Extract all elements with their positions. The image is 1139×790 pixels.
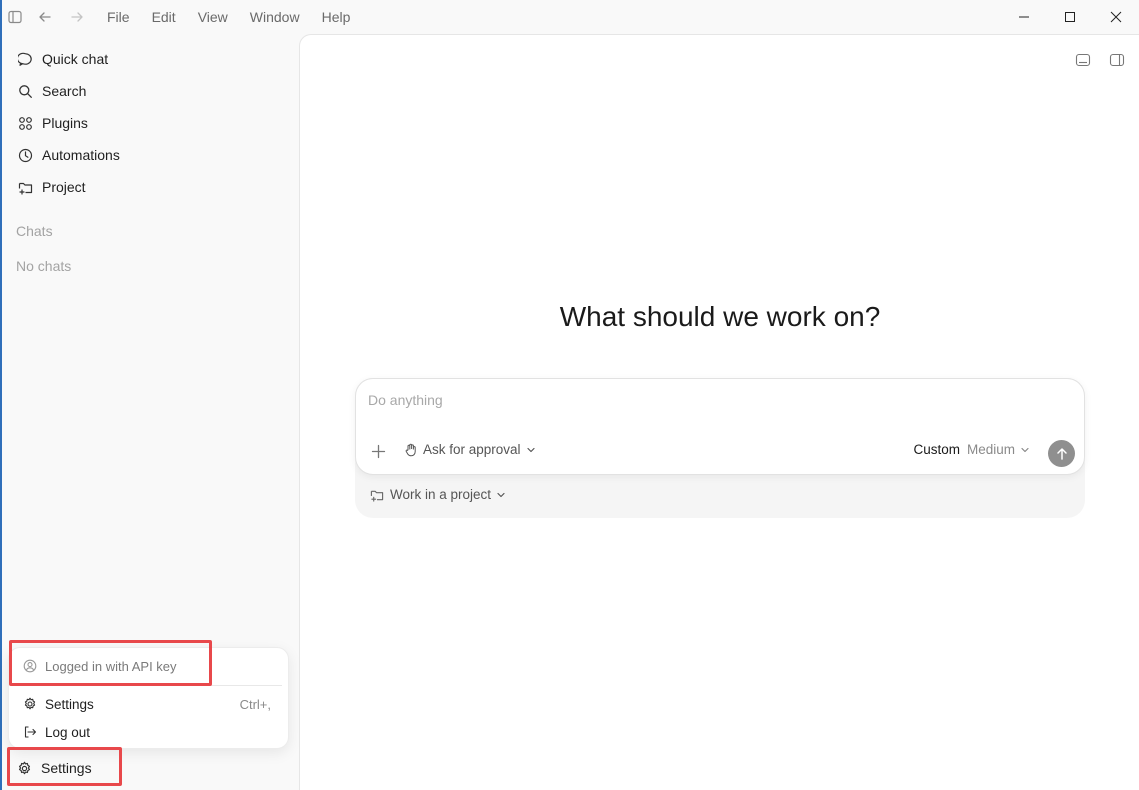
close-button[interactable] (1093, 0, 1139, 34)
terminal-panel-icon[interactable] (1074, 51, 1092, 69)
hand-icon (404, 443, 418, 457)
sidebar-item-plugins[interactable]: Plugins (10, 108, 292, 138)
chevron-down-icon (526, 445, 536, 455)
chat-bubble-icon (17, 51, 33, 67)
forward-arrow-icon[interactable] (69, 9, 85, 25)
gear-icon (16, 760, 32, 776)
back-arrow-icon[interactable] (37, 9, 53, 25)
composer-box: Ask for approval Custom Medium (355, 378, 1085, 475)
approval-mode-label: Ask for approval (423, 442, 521, 457)
account-status-label: Logged in with API key (45, 658, 177, 674)
sidebar-item-label: Project (42, 179, 86, 195)
menu-bar: File Edit View Window Help (96, 0, 361, 34)
main-panel: What should we work on? Ask for approval… (299, 34, 1139, 790)
sidebar-item-automations[interactable]: Automations (10, 140, 292, 170)
folder-plus-icon (17, 179, 33, 195)
logout-icon (22, 724, 38, 740)
project-selector-dropdown[interactable]: Work in a project (370, 487, 506, 502)
menu-edit[interactable]: Edit (141, 0, 187, 34)
account-popup-menu: Logged in with API key Settings Ctrl+, L… (8, 647, 289, 749)
popup-divider (17, 685, 282, 686)
account-status: Logged in with API key (15, 653, 283, 679)
plugins-grid-icon (17, 115, 33, 131)
sidebar-item-label: Automations (42, 147, 120, 163)
project-selector-label: Work in a project (390, 487, 492, 502)
send-button[interactable] (1048, 440, 1075, 467)
approval-mode-dropdown[interactable]: Ask for approval (404, 442, 536, 457)
chevron-down-icon (1020, 445, 1030, 455)
sidebar-settings-label: Settings (41, 760, 92, 776)
menu-help[interactable]: Help (311, 0, 362, 34)
sidebar-item-quick-chat[interactable]: Quick chat (10, 44, 292, 74)
model-selector-dropdown[interactable]: Custom Medium (913, 442, 1030, 457)
title-bar: File Edit View Window Help (0, 0, 1139, 34)
sidebar-item-label: Plugins (42, 115, 88, 131)
side-panel-toggle-icon[interactable] (1108, 51, 1126, 69)
model-effort: Medium (966, 442, 1015, 457)
minimize-button[interactable] (1001, 0, 1047, 34)
sidebar-settings-button[interactable]: Settings (8, 752, 118, 784)
no-chats-text: No chats (16, 258, 72, 274)
clock-icon (17, 147, 33, 163)
arrow-up-icon (1056, 447, 1067, 460)
popup-settings-item[interactable]: Settings Ctrl+, (15, 691, 283, 717)
menu-view[interactable]: View (187, 0, 239, 34)
popup-logout-label: Log out (45, 724, 91, 740)
sidebar-item-project[interactable]: Project (10, 172, 292, 202)
chevron-down-icon (496, 490, 506, 500)
menu-file[interactable]: File (96, 0, 141, 34)
search-icon (17, 83, 33, 99)
page-title: What should we work on? (559, 301, 881, 332)
user-circle-icon (22, 658, 38, 674)
settings-shortcut: Ctrl+, (239, 696, 271, 712)
model-name: Custom (913, 442, 960, 457)
gear-icon (22, 696, 38, 712)
composer-container: Ask for approval Custom Medium Work in a… (355, 378, 1085, 518)
sidebar-item-label: Quick chat (42, 51, 109, 67)
popup-settings-label: Settings (45, 696, 94, 712)
prompt-input[interactable] (368, 392, 968, 408)
add-attachment-icon[interactable] (370, 443, 386, 459)
sidebar-item-label: Search (42, 83, 87, 99)
menu-window[interactable]: Window (239, 0, 311, 34)
sidebar-toggle-icon[interactable] (7, 9, 23, 25)
chats-section-label: Chats (16, 223, 53, 239)
maximize-button[interactable] (1047, 0, 1093, 34)
sidebar-item-search[interactable]: Search (10, 76, 292, 106)
folder-plus-icon (370, 488, 384, 502)
popup-logout-item[interactable]: Log out (15, 719, 283, 745)
